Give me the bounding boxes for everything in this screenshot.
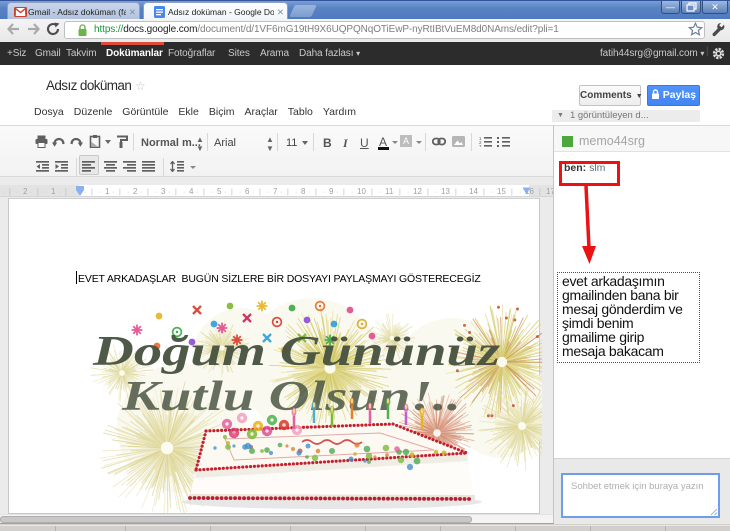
svg-text:Kutlu Olsun!..: Kutlu Olsun!.. xyxy=(121,374,461,420)
svg-text:3: 3 xyxy=(479,144,482,147)
svg-text:Doğum Gününüz: Doğum Gününüz xyxy=(92,329,501,375)
